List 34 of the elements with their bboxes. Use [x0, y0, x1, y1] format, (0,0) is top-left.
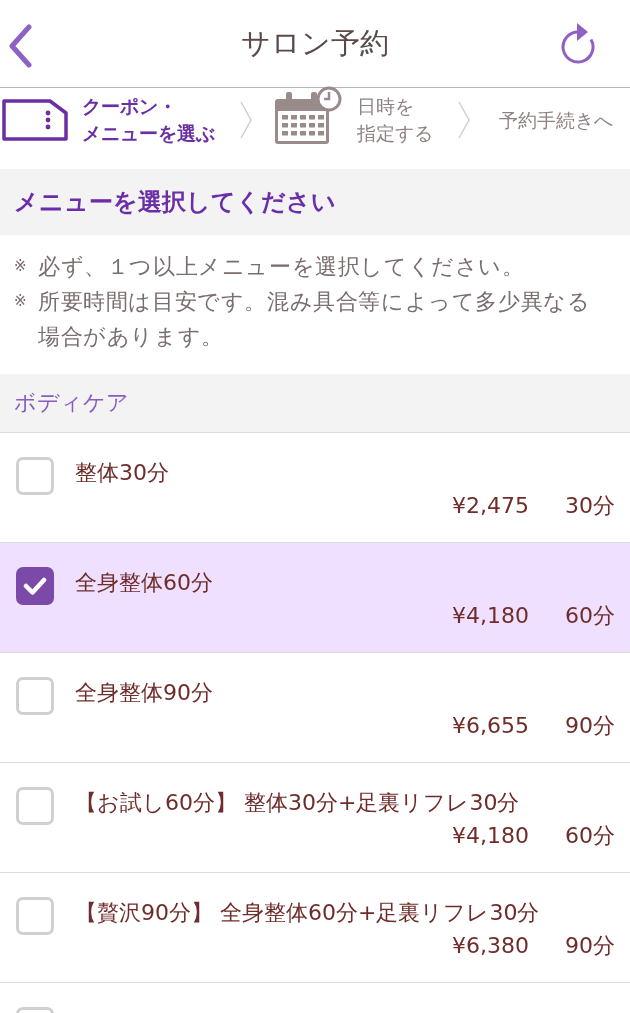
checkbox[interactable] — [16, 567, 54, 605]
step-label: 日時を 指定する — [357, 94, 433, 146]
price-text: ¥6,655 — [452, 712, 529, 740]
menu-row[interactable]: 全身整体60分 ¥4,180 60分 — [0, 543, 630, 653]
menu-title: 全身整体90分 — [75, 679, 214, 707]
price-text: ¥4,180 — [452, 822, 529, 850]
price-text: ¥6,380 — [452, 932, 529, 960]
calendar-clock-icon — [273, 86, 343, 146]
duration-text: 90分 — [565, 932, 615, 960]
duration-text: 60分 — [565, 602, 615, 630]
chevron-right-icon — [457, 100, 471, 140]
checkmark-icon — [23, 576, 47, 596]
menu-title: 【贅沢90分】 全身整体60分+足裏リフレ30分 — [75, 899, 541, 927]
ticket-icon — [2, 99, 68, 141]
step-label: 予約手続きへ — [499, 107, 613, 133]
back-chevron-icon — [7, 24, 33, 68]
note-text: 必ず、１つ以上メニューを選択してください。 — [38, 253, 525, 281]
price-text: ¥4,180 — [452, 602, 529, 630]
step-label: クーポン・ メニューを選ぶ — [82, 94, 215, 146]
menu-title: 【お試し60分】 整体30分+足裏リフレ30分 — [75, 789, 521, 817]
duration-text: 90分 — [565, 712, 615, 740]
menu-title: 全身整体60分 — [75, 569, 214, 597]
section-heading: メニューを選択してください — [0, 169, 630, 235]
duration-text: 30分 — [565, 492, 615, 520]
menu-title: 整体30分 — [75, 459, 170, 487]
back-button[interactable] — [7, 24, 33, 68]
duration-text: 60分 — [565, 822, 615, 850]
price-text: ¥2,475 — [452, 492, 529, 520]
note-mark: ※ — [14, 256, 28, 277]
category-heading: ボディケア — [0, 374, 630, 433]
note-text: 所要時間は目安です。混み具合等によって多少異なる場合があります。 — [38, 288, 592, 351]
note-mark: ※ — [14, 291, 28, 312]
chevron-right-icon — [239, 100, 253, 140]
page-title: サロン予約 — [241, 24, 389, 62]
